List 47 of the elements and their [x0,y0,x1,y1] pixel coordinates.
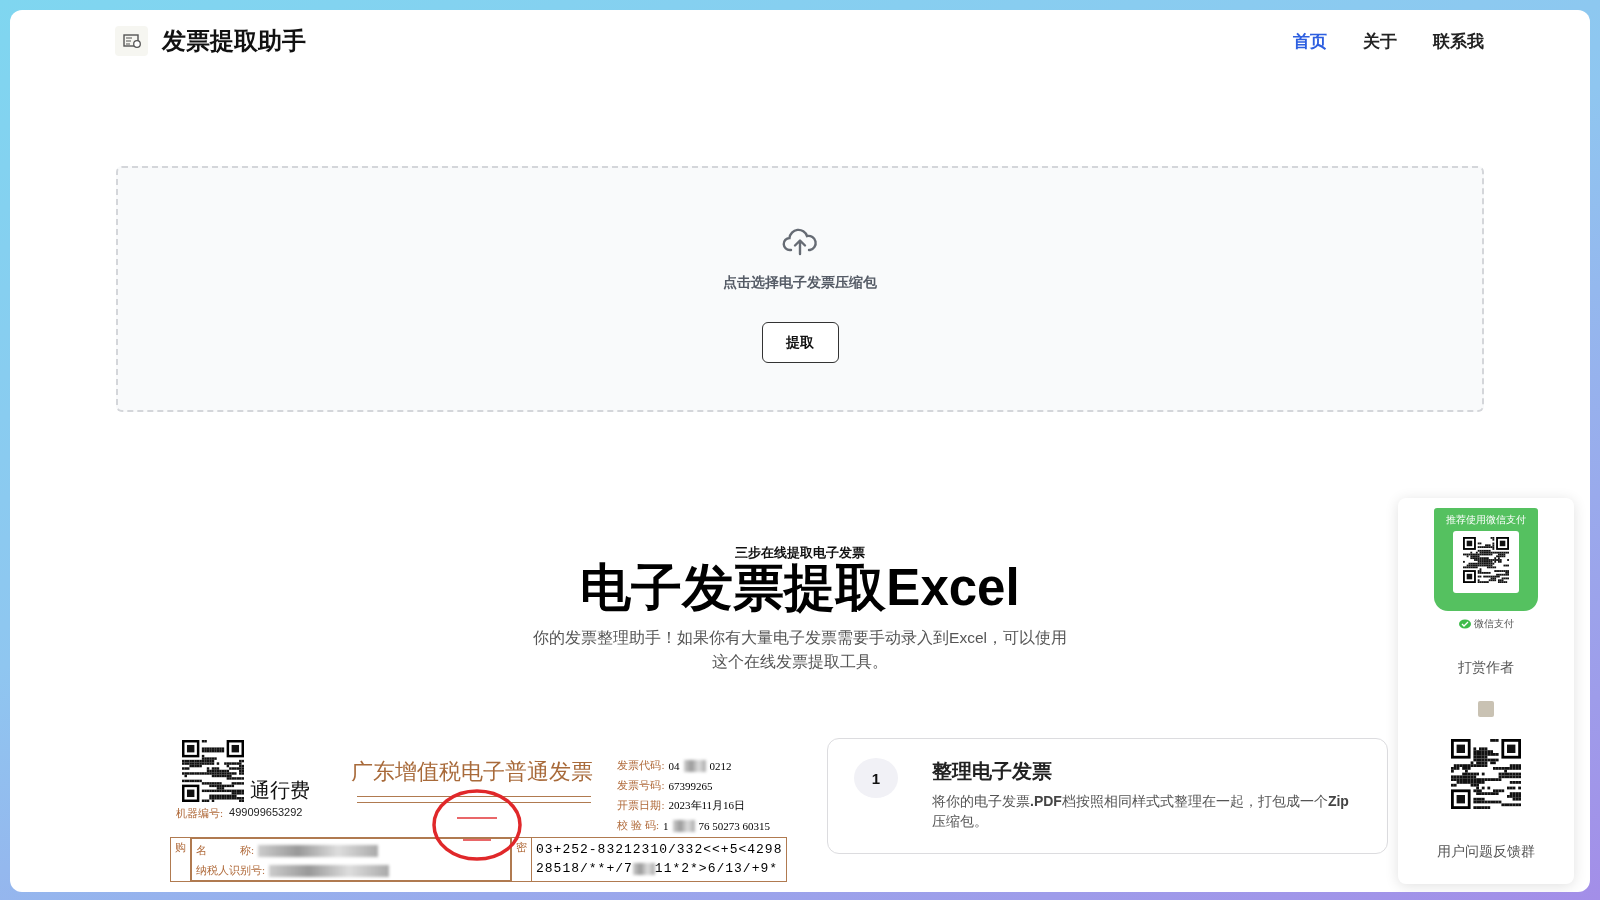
site-title: 发票提取助手 [162,26,306,56]
invoice-value: 2023年11月16日 [668,798,746,814]
nav-link[interactable]: 首页 [1293,29,1327,53]
upload-hint: 点击选择电子发票压缩包 [723,274,877,292]
step-description: 将你的电子发票.PDF档按照相同样式式整理在一起，打包成一个Zip压缩包。 [932,792,1350,832]
group-label: 用户问题反馈群 [1437,843,1535,861]
section-eyebrow: 三步在线提取电子发票 [735,544,865,562]
step-number: 1 [854,758,898,799]
invoice-value: 499099653292 [229,806,303,821]
invoice-label: 密 [516,841,527,854]
invoice-label: 纳税人识别号: [196,863,266,879]
payment-brand: 微信支付 [1473,617,1514,631]
invoice-value: 04 [668,759,680,772]
invoice-label: 校 验 码: [617,818,659,834]
qr-code [182,740,244,803]
invoice-title: 广东增值税电子普通发票 [350,758,593,787]
reward-label: 打赏作者 [1458,659,1514,677]
extract-button[interactable]: 提取 [761,322,839,363]
invoice-value: 1 [663,819,669,832]
group-qr-code [1451,739,1521,809]
cipher-text: 11*2*>6/13/+9* [654,860,779,879]
redacted-area [683,759,706,772]
cloud-upload-icon [782,228,818,256]
qr-code [1463,537,1509,583]
invoice-label: 名 称: [196,843,255,859]
redacted-area [672,819,695,832]
cipher-text: 03+252-83212310/332<<+5<4298 [536,841,783,860]
invoice-label: 开票日期: [617,798,665,814]
invoice-label: 发票代码: [617,758,665,774]
section-title: 电子发票提取Excel [580,560,1020,617]
upload-dropzone[interactable]: 点击选择电子发票压缩包 提取 [116,166,1484,412]
invoice-label: 发票号码: [617,778,665,794]
avatar-icon [1478,701,1494,717]
invoice-label: 购 [175,841,186,854]
invoice-category: 通行费 [250,778,310,803]
section-description: 你的发票整理助手！如果你有大量电子发票需要手动录入到Excel，可以使用这个在线发票提取工具。 [532,628,1068,673]
step-title: 整理电子发票 [932,759,1053,785]
cipher-text: 28518/**+/7 [536,860,633,879]
nav-link[interactable]: 联系我 [1433,29,1484,53]
payment-caption: 推荐使用微信支付 [1446,513,1526,527]
invoice-label: 机器编号: [176,806,224,822]
invoice-value: 67399265 [668,779,713,792]
invoice-value: 76 50273 60315 [698,819,770,832]
redacted-area [632,862,655,875]
nav-link[interactable]: 关于 [1363,29,1397,53]
logo-icon[interactable] [115,26,148,56]
invoice-value: 0212 [709,759,732,772]
